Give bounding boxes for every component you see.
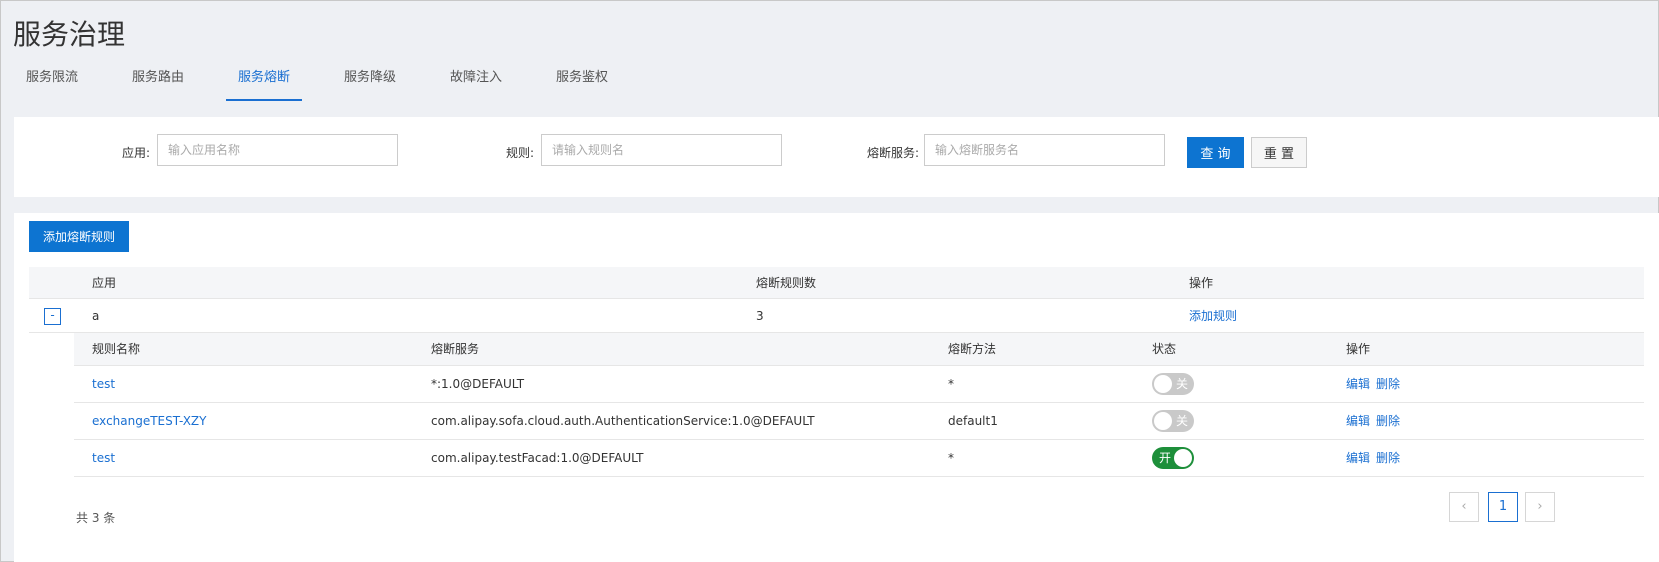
status-toggle[interactable]: 关 (1152, 410, 1194, 432)
toggle-label: 关 (1175, 414, 1188, 428)
delete-link[interactable]: 删除 (1376, 440, 1400, 477)
rule-service: com.alipay.sofa.cloud.auth.Authenticatio… (431, 414, 815, 428)
rule-method: default1 (948, 414, 998, 428)
toggle-knob (1154, 375, 1172, 393)
toggle-label: 开 (1159, 451, 1172, 465)
status-toggle[interactable]: 开 (1152, 447, 1194, 469)
sub-header-name: 规则名称 (92, 342, 141, 356)
rules-panel: 添加熔断规则 应用 熔断规则数 操作 - a 3 添加规则 规则名称 熔断服务 … (14, 213, 1659, 562)
service-label: 熔断服务: (867, 146, 920, 160)
tab-rate-limit[interactable]: 服务限流 (17, 61, 87, 101)
query-button[interactable]: 查 询 (1187, 137, 1244, 168)
tab-degrade[interactable]: 服务降级 (335, 61, 405, 101)
sub-header-status: 状态 (1152, 342, 1177, 356)
next-page-button[interactable]: › (1525, 492, 1555, 522)
delete-link[interactable]: 删除 (1376, 403, 1400, 440)
toggle-knob (1174, 449, 1192, 467)
delete-link[interactable]: 删除 (1376, 366, 1400, 403)
rule-name-link[interactable]: test (92, 366, 115, 403)
status-toggle[interactable]: 关 (1152, 373, 1194, 395)
header-actions: 操作 (1189, 276, 1214, 290)
app-search-input[interactable] (157, 134, 398, 166)
chevron-left-icon: ‹ (1461, 499, 1467, 514)
edit-link[interactable]: 编辑 (1346, 403, 1370, 440)
sub-header-method: 熔断方法 (948, 342, 997, 356)
table-row: - a 3 添加规则 (29, 299, 1644, 333)
tab-circuit-breaker[interactable]: 服务熔断 (226, 61, 302, 101)
tab-bar: 服务限流 服务路由 服务熔断 服务降级 故障注入 服务鉴权 (1, 61, 1658, 105)
chevron-right-icon: › (1537, 499, 1543, 514)
app-label: 应用: (122, 146, 151, 160)
table-header: 应用 熔断规则数 操作 (29, 267, 1644, 299)
rule-row: test com.alipay.testFacad:1.0@DEFAULT * … (74, 440, 1644, 477)
toggle-knob (1154, 412, 1172, 430)
rule-service: com.alipay.testFacad:1.0@DEFAULT (431, 451, 644, 465)
page-title: 服务治理 (13, 18, 126, 51)
tab-auth[interactable]: 服务鉴权 (547, 61, 617, 101)
add-circuit-rule-button[interactable]: 添加熔断规则 (29, 221, 129, 252)
app-name: a (92, 309, 100, 323)
rule-name-link[interactable]: exchangeTEST-XZY (92, 403, 207, 440)
rule-row: exchangeTEST-XZY com.alipay.sofa.cloud.a… (74, 403, 1644, 440)
header-rule-count: 熔断规则数 (756, 276, 817, 290)
rule-label: 规则: (506, 146, 535, 160)
header-app: 应用 (92, 276, 117, 290)
tab-fault-injection[interactable]: 故障注入 (441, 61, 511, 101)
rule-name-link[interactable]: test (92, 440, 115, 477)
sub-header-actions: 操作 (1346, 342, 1371, 356)
rule-search-input[interactable] (541, 134, 782, 166)
service-search-input[interactable] (924, 134, 1165, 166)
toggle-label: 关 (1175, 377, 1188, 391)
rule-service: *:1.0@DEFAULT (431, 377, 525, 391)
edit-link[interactable]: 编辑 (1346, 440, 1370, 477)
collapse-icon[interactable]: - (44, 308, 61, 325)
sub-table-header: 规则名称 熔断服务 熔断方法 状态 操作 (74, 333, 1644, 366)
rule-count: 3 (756, 309, 764, 323)
rule-method: * (948, 377, 954, 391)
page-1-button[interactable]: 1 (1488, 492, 1518, 522)
rule-row: test *:1.0@DEFAULT * 关 编辑 删除 (74, 366, 1644, 403)
sub-header-service: 熔断服务 (431, 342, 480, 356)
add-rule-link[interactable]: 添加规则 (1189, 299, 1237, 333)
prev-page-button[interactable]: ‹ (1449, 492, 1479, 522)
edit-link[interactable]: 编辑 (1346, 366, 1370, 403)
total-count: 共 3 条 (76, 511, 116, 525)
tab-routing[interactable]: 服务路由 (123, 61, 193, 101)
search-panel: 应用: 规则: 熔断服务: 查 询 重 置 (14, 117, 1659, 197)
reset-button[interactable]: 重 置 (1251, 137, 1307, 168)
rule-method: * (948, 451, 954, 465)
